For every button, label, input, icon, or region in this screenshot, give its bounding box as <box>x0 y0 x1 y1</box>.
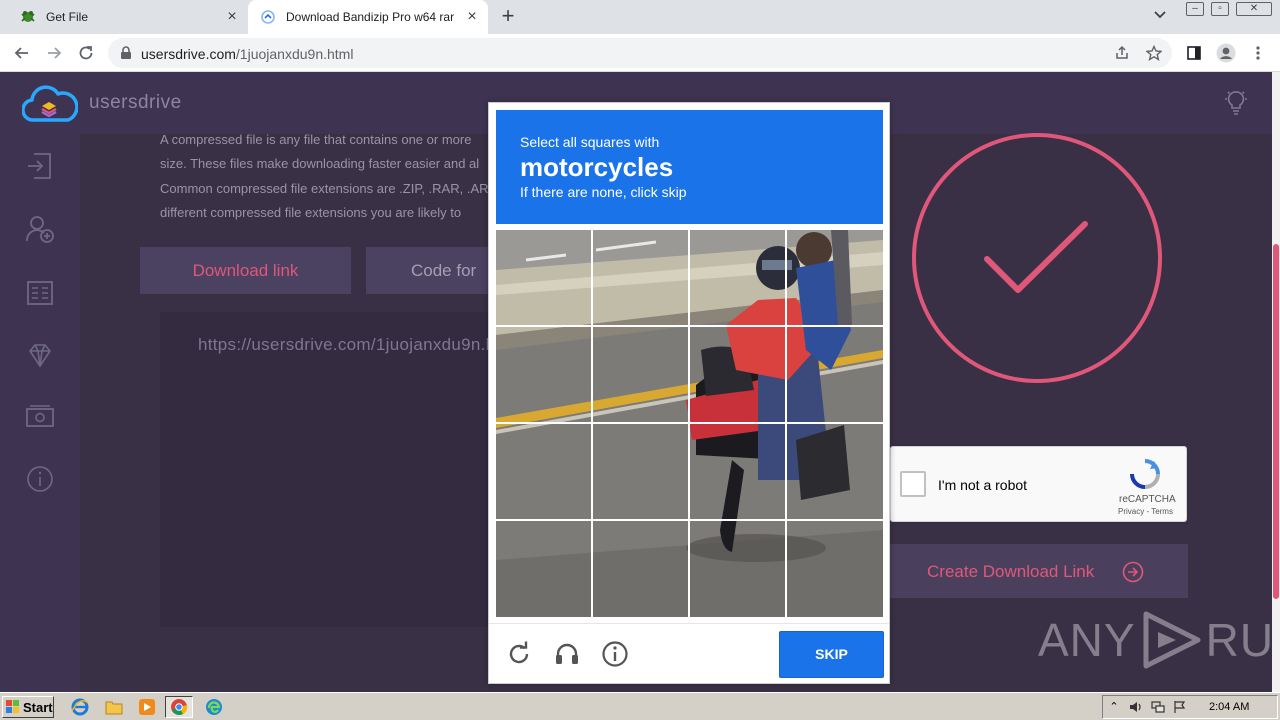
tab-get-file[interactable]: Get File × <box>0 0 248 34</box>
login-icon[interactable] <box>24 150 56 182</box>
watermark-run: RUN <box>1205 614 1280 666</box>
captcha-image-grid[interactable] <box>496 230 883 617</box>
captcha-header: Select all squares with motorcycles If t… <box>496 110 883 224</box>
chrome-icon[interactable] <box>165 696 193 718</box>
tab-title: Get File <box>46 10 89 24</box>
scroll-thumb[interactable] <box>1273 244 1279 599</box>
forward-icon[interactable] <box>42 41 66 65</box>
start-button[interactable]: Start <box>2 696 54 718</box>
profile-icon[interactable] <box>1216 43 1236 63</box>
download-url-text[interactable]: https://usersdrive.com/1juojanxdu9n.html <box>198 335 519 355</box>
privacy-terms-link[interactable]: Privacy - Terms <box>1118 507 1173 516</box>
recaptcha-widget: I'm not a robot reCAPTCHA Privacy - Term… <box>890 446 1187 522</box>
tab-strip: Get File × Download Bandizip Pro w64 rar… <box>0 0 1280 34</box>
audio-icon[interactable] <box>553 640 581 668</box>
edge-icon[interactable] <box>200 696 228 718</box>
restore-icon[interactable]: ▫ <box>1211 2 1229 16</box>
usersdrive-logo-icon[interactable] <box>21 84 79 129</box>
back-icon[interactable] <box>10 41 34 65</box>
tray-expand-icon[interactable]: ⌃ <box>1107 700 1121 714</box>
volume-icon[interactable] <box>1129 700 1143 714</box>
brand-name[interactable]: usersdrive <box>89 92 182 114</box>
url-domain: usersdrive.com <box>141 46 236 62</box>
action-center-flag-icon[interactable] <box>1173 700 1187 714</box>
description-line: Common compressed file extensions are .Z… <box>160 180 489 196</box>
document-list-icon[interactable] <box>24 276 56 308</box>
media-player-icon[interactable] <box>133 696 161 718</box>
info-icon[interactable] <box>24 463 56 495</box>
reload-icon[interactable] <box>505 640 533 668</box>
captcha-footer: SKIP <box>489 623 889 683</box>
anyrun-watermark: ANY RUN <box>1038 610 1280 670</box>
captcha-challenge: Select all squares with motorcycles If t… <box>488 102 890 684</box>
reload-icon[interactable] <box>74 41 98 65</box>
url-text: usersdrive.com/1juojanxdu9n.html <box>141 46 353 62</box>
tab-title: Download Bandizip Pro w64 rar <box>286 10 455 24</box>
sidebar <box>0 134 80 692</box>
minimize-icon[interactable]: – <box>1186 2 1204 16</box>
money-icon[interactable] <box>24 400 56 432</box>
create-download-label: Create Download Link <box>927 562 1095 581</box>
windows-logo-icon <box>6 700 19 713</box>
download-link-tab[interactable]: Download link <box>140 247 351 294</box>
page-scrollbar[interactable] <box>1272 72 1280 692</box>
bookmark-star-icon[interactable] <box>1144 43 1164 63</box>
create-download-link-button[interactable]: Create Download Link <box>890 544 1188 598</box>
diamond-icon[interactable] <box>24 339 56 371</box>
browser-toolbar: usersdrive.com/1juojanxdu9n.html <box>0 34 1280 72</box>
captcha-target: motorcycles <box>520 152 674 182</box>
description-line: size. These files make downloading faste… <box>160 156 480 172</box>
success-check-icon <box>910 132 1166 393</box>
recaptcha-brand: reCAPTCHA <box>1119 494 1176 505</box>
url-path: /1juojanxdu9n.html <box>235 46 354 62</box>
watermark-any: ANY <box>1038 614 1136 666</box>
captcha-instruction: Select all squares with <box>520 134 660 150</box>
description-text: A compressed file is any file that conta… <box>160 128 490 225</box>
lightbulb-icon[interactable] <box>1222 88 1250 121</box>
skip-button[interactable]: SKIP <box>779 631 884 678</box>
not-a-robot-checkbox[interactable] <box>900 471 926 497</box>
info-icon[interactable] <box>601 640 629 668</box>
arrow-circle-icon <box>1122 561 1144 588</box>
link-box: https://usersdrive.com/1juojanxdu9n.html <box>160 312 519 627</box>
close-tab-icon[interactable]: × <box>224 9 240 25</box>
description-line: different compressed file extensions you… <box>160 204 462 220</box>
add-user-icon[interactable] <box>24 213 56 245</box>
description-line: A compressed file is any file that conta… <box>160 132 472 147</box>
code-for-tab[interactable]: Code for <box>366 247 490 294</box>
close-tab-icon[interactable]: × <box>464 9 480 25</box>
captcha-hint: If there are none, click skip <box>520 184 687 200</box>
network-icon[interactable] <box>1151 700 1165 714</box>
play-triangle-icon <box>1143 611 1201 669</box>
window-close-icon[interactable]: ✕ <box>1236 2 1272 16</box>
menu-kebab-icon[interactable] <box>1248 43 1268 63</box>
system-tray: ⌃ 2:04 AM <box>1102 695 1278 719</box>
loading-favicon-icon <box>260 9 276 25</box>
tab-search-chevron-icon[interactable] <box>1150 7 1170 27</box>
frog-favicon-icon <box>20 9 36 25</box>
ie-icon[interactable] <box>66 696 94 718</box>
new-tab-icon[interactable]: + <box>496 5 520 29</box>
share-icon[interactable] <box>1112 43 1132 63</box>
start-label: Start <box>23 699 53 715</box>
taskbar: Start ⌃ 2:04 AM <box>0 692 1280 720</box>
grid-lines <box>496 230 883 617</box>
explorer-icon[interactable] <box>100 696 128 718</box>
recaptcha-logo-icon <box>1128 457 1162 496</box>
address-bar[interactable]: usersdrive.com/1juojanxdu9n.html <box>108 38 1172 68</box>
lock-icon <box>120 46 132 65</box>
clock: 2:04 AM <box>1209 701 1250 713</box>
tab-download-bandizip[interactable]: Download Bandizip Pro w64 rar × <box>248 0 488 34</box>
side-panel-icon[interactable] <box>1184 43 1204 63</box>
recaptcha-label: I'm not a robot <box>938 477 1028 493</box>
